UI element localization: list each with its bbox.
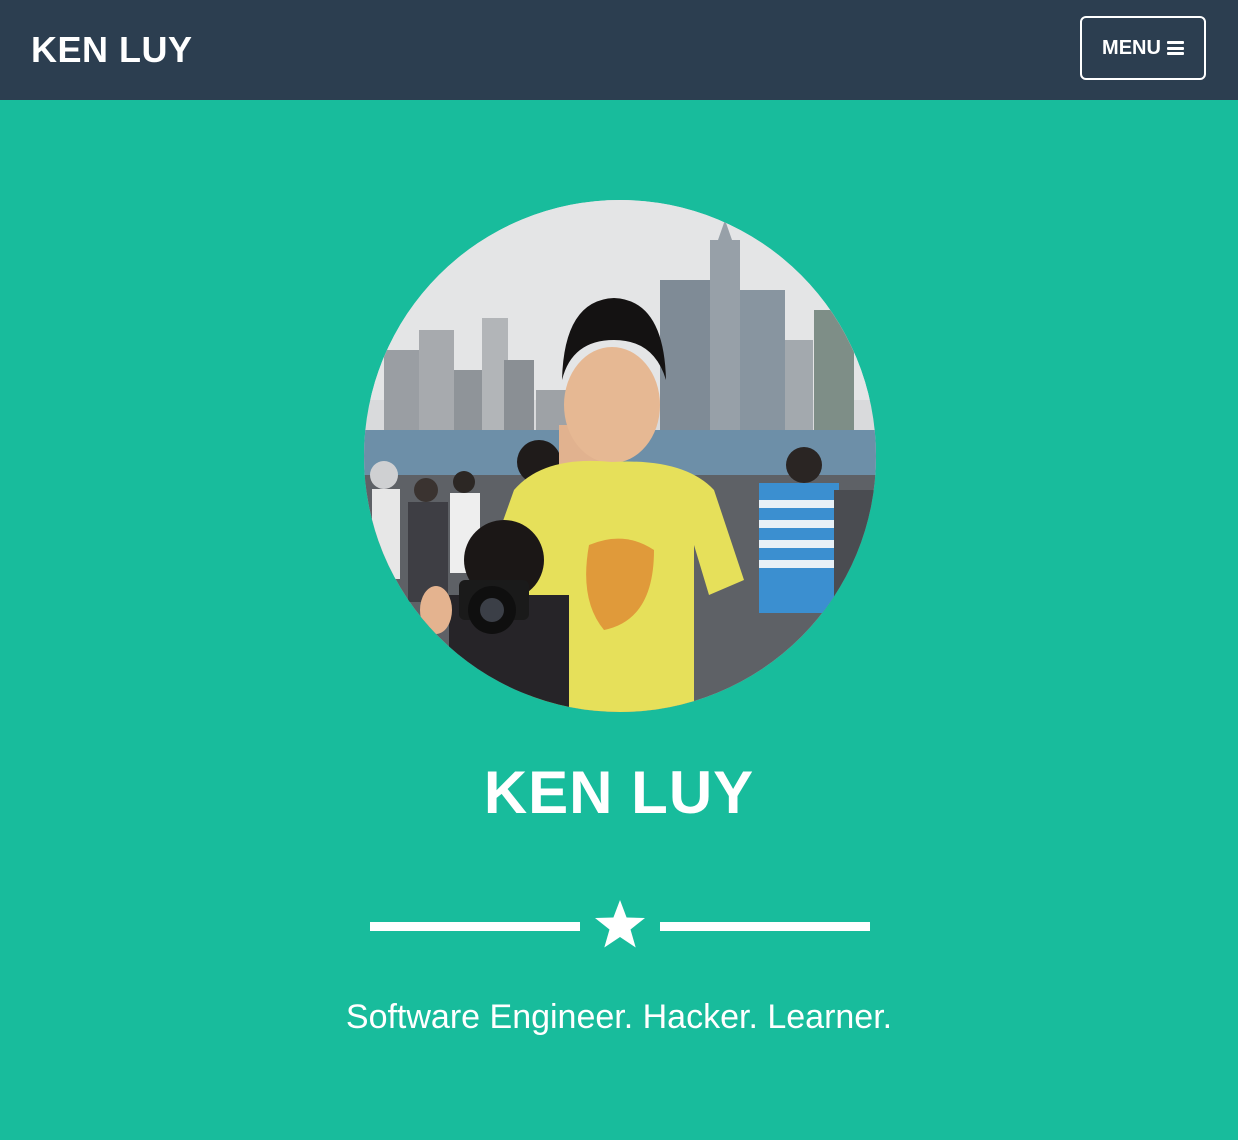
menu-label: MENU [1102, 36, 1161, 59]
divider-line-left [370, 922, 580, 931]
hamburger-icon [1166, 41, 1184, 55]
menu-button[interactable]: MENU [1080, 16, 1206, 80]
profile-photo [364, 200, 876, 712]
hero-name: KEN LUY [483, 759, 755, 826]
brand-link[interactable]: KEN LUY [31, 28, 193, 72]
star-icon [595, 900, 645, 948]
hero-section: KEN LUY Software Engineer. Hacker. Learn… [0, 100, 1238, 1140]
navbar: KEN LUY MENU [0, 0, 1238, 100]
tagline: Software Engineer. Hacker. Learner. [345, 998, 893, 1036]
divider-line-right [660, 922, 870, 931]
